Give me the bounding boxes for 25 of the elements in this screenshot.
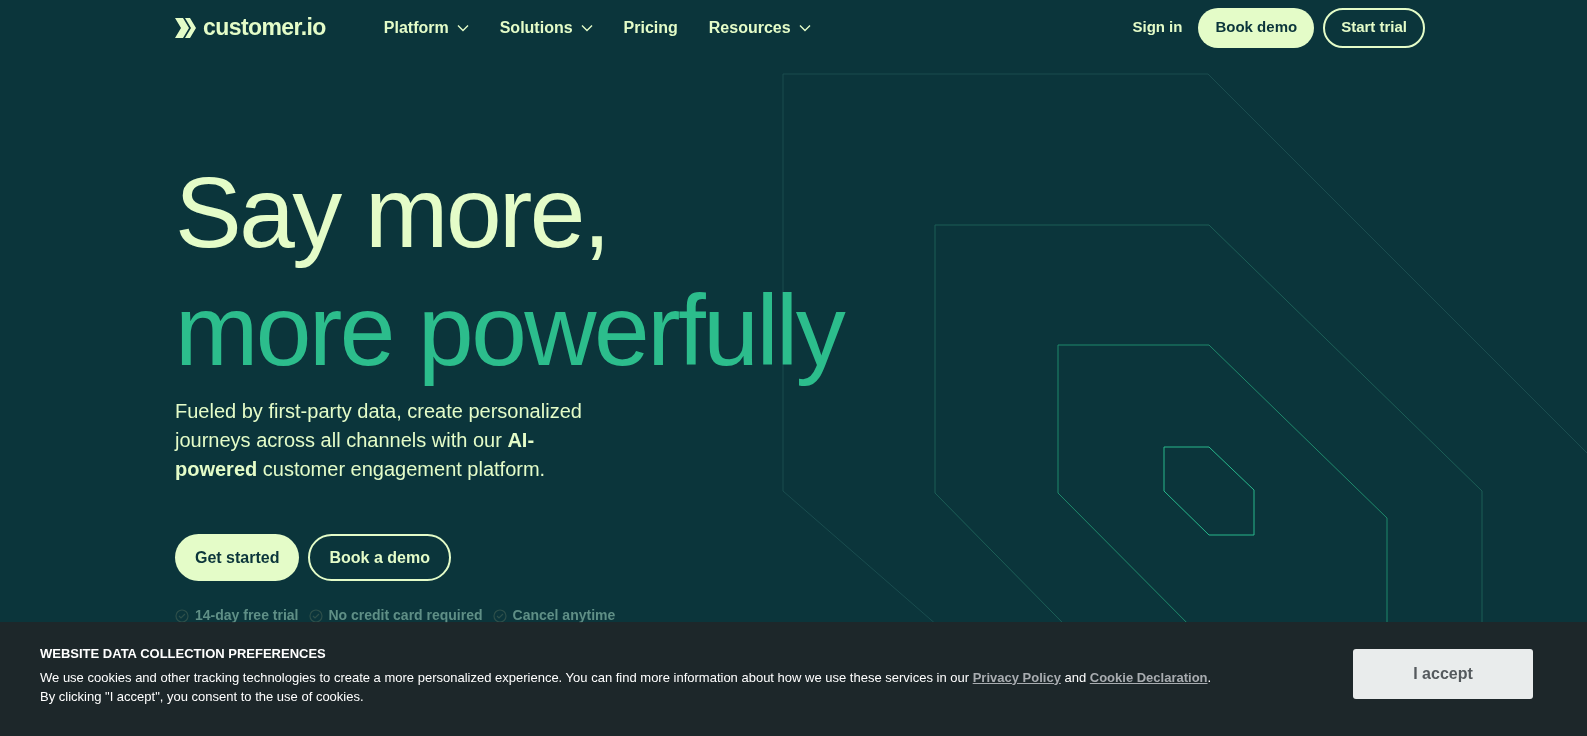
- check-circle-icon: [308, 608, 323, 623]
- banner-title: WEBSITE DATA COLLECTION PREFERENCES: [40, 645, 327, 663]
- nav-link[interactable]: Solutions: [499, 15, 593, 40]
- check-circle-icon: [492, 608, 507, 623]
- book-demo-button[interactable]: Book demo: [1198, 7, 1315, 48]
- perk-label: Cancel anytime: [512, 606, 616, 625]
- nav-link[interactable]: Platform: [383, 15, 469, 40]
- logo-text[interactable]: customer.io: [203, 10, 326, 45]
- sign-in-link[interactable]: Sign in: [1132, 16, 1183, 39]
- policy-link[interactable]: Privacy Policy: [972, 669, 1061, 685]
- book-demo-button[interactable]: Book a demo: [308, 534, 451, 581]
- perk-label: No credit card required: [328, 606, 483, 625]
- headline-accent: more powerfully: [175, 273, 845, 388]
- logo-icon: [175, 17, 197, 38]
- accept-button[interactable]: I accept: [1353, 649, 1533, 699]
- start-trial-button[interactable]: Start trial: [1323, 7, 1425, 48]
- nav-link[interactable]: Resources: [708, 15, 811, 40]
- hero-description: Fueled by first-party data, create personalized journeys across all channels with our AI-powered customer engagement platform.: [175, 399, 583, 482]
- get-started-button[interactable]: Get started: [175, 534, 300, 581]
- policy-link[interactable]: Cookie Declaration: [1089, 669, 1208, 685]
- check-circle-icon: [175, 608, 189, 623]
- banner-text: We use cookies and other tracking technologies to create a more personalized experience. You can find more information about how we use these services in our Privacy Policy and Cookie Declaration. By clicking "I accept", you consent to the use of cookies.: [40, 668, 1213, 706]
- perk-label: 14-day free trial: [195, 606, 299, 625]
- nav-link[interactable]: Pricing: [623, 15, 678, 40]
- headline: Say more,: [175, 155, 610, 270]
